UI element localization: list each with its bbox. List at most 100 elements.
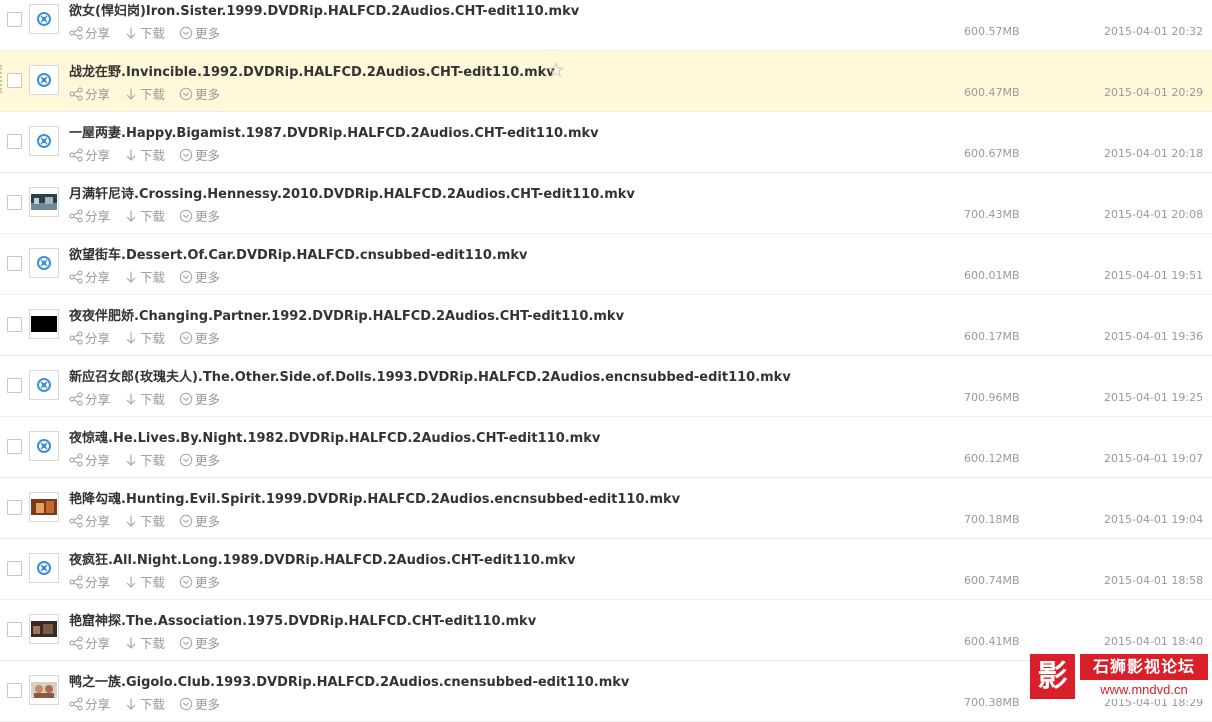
row-checkbox[interactable]: [7, 378, 22, 393]
file-thumbnail: [29, 65, 59, 95]
chevron-circle-icon: [179, 514, 193, 527]
download-arrow-icon: [126, 637, 136, 649]
share-button[interactable]: 分享: [69, 694, 110, 713]
file-row[interactable]: 月满轩尼诗.Crossing.Hennessy.2010.DVDRip.HALF…: [0, 173, 1212, 234]
file-name[interactable]: 一屋两妻.Happy.Bigamist.1987.DVDRip.HALFCD.2…: [69, 122, 599, 141]
row-checkbox[interactable]: [7, 561, 22, 576]
file-thumbnail: [29, 431, 59, 461]
more-button[interactable]: 更多: [179, 389, 220, 408]
more-button[interactable]: 更多: [179, 206, 220, 225]
share-icon: [69, 147, 83, 162]
share-button[interactable]: 分享: [69, 267, 110, 286]
row-checkbox[interactable]: [7, 256, 22, 271]
share-label: 分享: [85, 697, 111, 712]
file-row[interactable]: 夜夜伴肥娇.Changing.Partner.1992.DVDRip.HALFC…: [0, 295, 1212, 356]
row-checkbox[interactable]: [7, 12, 22, 27]
file-row[interactable]: 欲望街车.Dessert.Of.Car.DVDRip.HALFCD.cnsubb…: [0, 234, 1212, 295]
row-checkbox[interactable]: [7, 439, 22, 454]
file-row[interactable]: 夜惊魂.He.Lives.By.Night.1982.DVDRip.HALFCD…: [0, 417, 1212, 478]
star-icon[interactable]: [548, 62, 564, 78]
row-checkbox[interactable]: [7, 317, 22, 332]
row-checkbox[interactable]: [7, 73, 22, 88]
download-arrow-icon: [126, 576, 136, 588]
share-button[interactable]: 分享: [69, 206, 110, 225]
share-button[interactable]: 分享: [69, 389, 110, 408]
file-name[interactable]: 夜惊魂.He.Lives.By.Night.1982.DVDRip.HALFCD…: [69, 427, 600, 446]
download-button[interactable]: 下载: [124, 633, 165, 652]
more-button[interactable]: 更多: [179, 145, 220, 164]
file-size: 700.38MB: [964, 696, 1020, 709]
file-row[interactable]: 艳窟神探.The.Association.1975.DVDRip.HALFCD.…: [0, 600, 1212, 661]
file-row[interactable]: 新应召女郎(玫瑰夫人).The.Other.Side.of.Dolls.1993…: [0, 356, 1212, 417]
download-button[interactable]: 下载: [124, 84, 165, 103]
share-button[interactable]: 分享: [69, 633, 110, 652]
file-actions: 分享 下载 更多: [69, 389, 234, 407]
download-label: 下载: [140, 26, 166, 41]
file-size: 700.96MB: [964, 391, 1020, 404]
file-name[interactable]: 月满轩尼诗.Crossing.Hennessy.2010.DVDRip.HALF…: [69, 183, 635, 202]
file-date: 2015-04-01 18:40: [1104, 635, 1204, 648]
file-name[interactable]: 艳窟神探.The.Association.1975.DVDRip.HALFCD.…: [69, 610, 536, 629]
download-button[interactable]: 下载: [124, 267, 165, 286]
download-button[interactable]: 下载: [124, 328, 165, 347]
file-row[interactable]: 战龙在野.Invincible.1992.DVDRip.HALFCD.2Audi…: [0, 51, 1212, 112]
share-button[interactable]: 分享: [69, 23, 110, 42]
more-button[interactable]: 更多: [179, 23, 220, 42]
download-button[interactable]: 下载: [124, 23, 165, 42]
share-button[interactable]: 分享: [69, 511, 110, 530]
more-button[interactable]: 更多: [179, 633, 220, 652]
download-button[interactable]: 下载: [124, 511, 165, 530]
share-icon: [69, 208, 83, 223]
row-checkbox[interactable]: [7, 195, 22, 210]
file-date: 2015-04-01 20:18: [1104, 147, 1204, 160]
more-button[interactable]: 更多: [179, 267, 220, 286]
chevron-circle-icon: [179, 636, 193, 649]
file-name[interactable]: 欲望街车.Dessert.Of.Car.DVDRip.HALFCD.cnsubb…: [69, 244, 528, 263]
download-button[interactable]: 下载: [124, 450, 165, 469]
share-button[interactable]: 分享: [69, 328, 110, 347]
download-button[interactable]: 下载: [124, 145, 165, 164]
more-button[interactable]: 更多: [179, 694, 220, 713]
thumbnail-image: [31, 194, 57, 210]
file-actions: 分享 下载 更多: [69, 145, 234, 163]
file-name[interactable]: 艳降勾魂.Hunting.Evil.Spirit.1999.DVDRip.HAL…: [69, 488, 680, 507]
more-label: 更多: [195, 514, 221, 529]
more-button[interactable]: 更多: [179, 84, 220, 103]
file-name[interactable]: 夜夜伴肥娇.Changing.Partner.1992.DVDRip.HALFC…: [69, 305, 624, 324]
download-button[interactable]: 下载: [124, 206, 165, 225]
more-button[interactable]: 更多: [179, 511, 220, 530]
share-button[interactable]: 分享: [69, 84, 110, 103]
row-checkbox[interactable]: [7, 683, 22, 698]
chevron-circle-icon: [179, 575, 193, 588]
file-name[interactable]: 欲女(悍妇岗)Iron.Sister.1999.DVDRip.HALFCD.2A…: [69, 0, 579, 19]
download-label: 下载: [140, 392, 166, 407]
download-label: 下载: [140, 148, 166, 163]
download-button[interactable]: 下载: [124, 694, 165, 713]
share-icon: [69, 635, 83, 650]
share-label: 分享: [85, 636, 111, 651]
file-name[interactable]: 新应召女郎(玫瑰夫人).The.Other.Side.of.Dolls.1993…: [69, 366, 791, 385]
download-label: 下载: [140, 270, 166, 285]
more-button[interactable]: 更多: [179, 572, 220, 591]
file-date: 2015-04-01 19:04: [1104, 513, 1204, 526]
row-checkbox[interactable]: [7, 622, 22, 637]
file-date: 2015-04-01 19:07: [1104, 452, 1204, 465]
share-button[interactable]: 分享: [69, 450, 110, 469]
chevron-circle-icon: [179, 209, 193, 222]
row-checkbox[interactable]: [7, 134, 22, 149]
file-row[interactable]: 欲女(悍妇岗)Iron.Sister.1999.DVDRip.HALFCD.2A…: [0, 0, 1212, 51]
file-name[interactable]: 战龙在野.Invincible.1992.DVDRip.HALFCD.2Audi…: [69, 61, 555, 80]
file-thumbnail: [29, 248, 59, 278]
file-row[interactable]: 夜疯狂.All.Night.Long.1989.DVDRip.HALFCD.2A…: [0, 539, 1212, 600]
file-row[interactable]: 一屋两妻.Happy.Bigamist.1987.DVDRip.HALFCD.2…: [0, 112, 1212, 173]
share-button[interactable]: 分享: [69, 572, 110, 591]
file-row[interactable]: 艳降勾魂.Hunting.Evil.Spirit.1999.DVDRip.HAL…: [0, 478, 1212, 539]
file-name[interactable]: 夜疯狂.All.Night.Long.1989.DVDRip.HALFCD.2A…: [69, 549, 576, 568]
file-name[interactable]: 鸭之一族.Gigolo.Club.1993.DVDRip.HALFCD.2Aud…: [69, 671, 629, 690]
more-button[interactable]: 更多: [179, 328, 220, 347]
row-checkbox[interactable]: [7, 500, 22, 515]
more-button[interactable]: 更多: [179, 450, 220, 469]
download-button[interactable]: 下载: [124, 389, 165, 408]
share-button[interactable]: 分享: [69, 145, 110, 164]
download-button[interactable]: 下载: [124, 572, 165, 591]
